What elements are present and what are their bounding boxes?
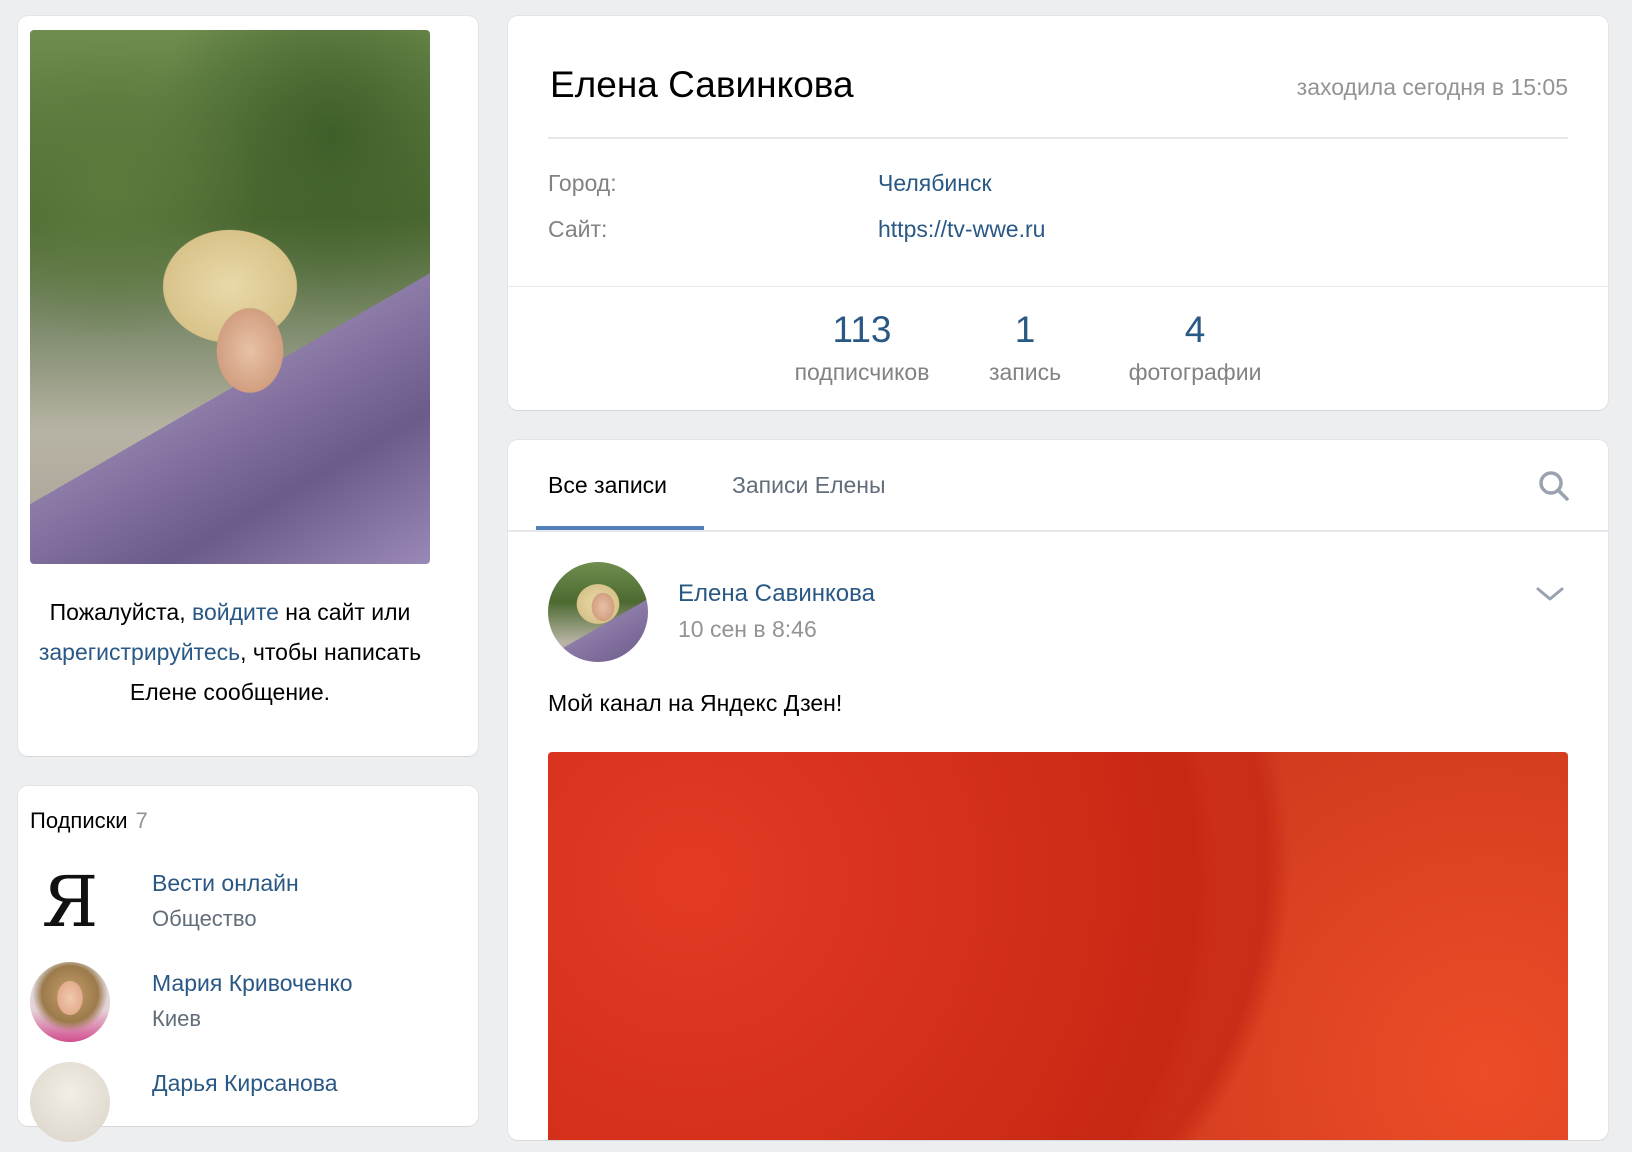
auth-text-part: Пожалуйста, <box>49 599 192 625</box>
last-seen-status: заходила сегодня в 15:05 <box>1296 74 1568 100</box>
post-text: Мой канал на Яндекс Дзен! <box>548 690 843 716</box>
chevron-down-icon[interactable] <box>1534 584 1566 604</box>
subscription-item[interactable]: Дарья Кирсанова <box>30 1062 450 1152</box>
info-value-city[interactable]: Челябинск <box>878 170 992 197</box>
counter-number: 113 <box>832 309 892 350</box>
search-icon[interactable] <box>1536 468 1572 504</box>
post-author-name[interactable]: Елена Савинкова <box>678 580 875 608</box>
auth-prompt: Пожалуйста, войдите на сайт или зарегист… <box>30 592 430 712</box>
subscriptions-count: 7 <box>135 808 148 833</box>
subscription-desc: Киев <box>152 1006 202 1031</box>
counter-posts[interactable]: 1 запись <box>970 306 1080 390</box>
login-link[interactable]: войдите <box>192 599 279 625</box>
subscription-avatar[interactable] <box>30 1062 110 1142</box>
info-label-site: Сайт: <box>548 216 608 242</box>
divider <box>508 530 1608 532</box>
subscription-avatar[interactable]: Я <box>30 862 110 942</box>
profile-photo[interactable] <box>30 30 430 564</box>
counter-label: фотографии <box>1128 359 1262 385</box>
counter-label: подписчиков <box>794 359 930 385</box>
register-link[interactable]: зарегистрируйтесь <box>39 639 240 665</box>
page-title: Елена Савинкова <box>550 64 854 105</box>
auth-text-part: на сайт или <box>278 599 411 625</box>
subscription-item[interactable]: Я Вести онлайн Общество <box>30 862 450 952</box>
subscriptions-header[interactable]: Подписки 7 <box>30 808 148 834</box>
subscription-name[interactable]: Мария Кривоченко <box>152 970 353 997</box>
counter-photos[interactable]: 4 фотографии <box>1110 306 1280 390</box>
tab-own-posts[interactable]: Записи Елены <box>732 472 886 499</box>
counter-label: запись <box>988 359 1062 385</box>
post-image[interactable] <box>548 752 1568 1140</box>
subscription-desc: Общество <box>152 906 257 931</box>
divider <box>548 137 1568 139</box>
subscriptions-title: Подписки <box>30 808 128 833</box>
post-date[interactable]: 10 сен в 8:46 <box>678 616 817 643</box>
info-label-city: Город: <box>548 170 617 196</box>
counter-followers[interactable]: 113 подписчиков <box>772 306 952 390</box>
profile-info-card: Елена Савинкова заходила сегодня в 15:05… <box>508 16 1608 410</box>
wall-card: Все записи Записи Елены Елена Савинкова … <box>508 440 1608 1140</box>
info-value-site[interactable]: https://tv-wwe.ru <box>878 216 1045 243</box>
divider <box>508 286 1608 287</box>
subscription-item[interactable]: Мария Кривоченко Киев <box>30 962 450 1052</box>
tab-all-posts[interactable]: Все записи <box>548 472 667 499</box>
post-author-avatar[interactable] <box>548 562 648 662</box>
subscription-name[interactable]: Дарья Кирсанова <box>152 1070 338 1097</box>
subscription-avatar[interactable] <box>30 962 110 1042</box>
subscription-name[interactable]: Вести онлайн <box>152 870 299 897</box>
counter-number: 4 <box>1184 309 1206 350</box>
counter-number: 1 <box>1014 309 1036 350</box>
